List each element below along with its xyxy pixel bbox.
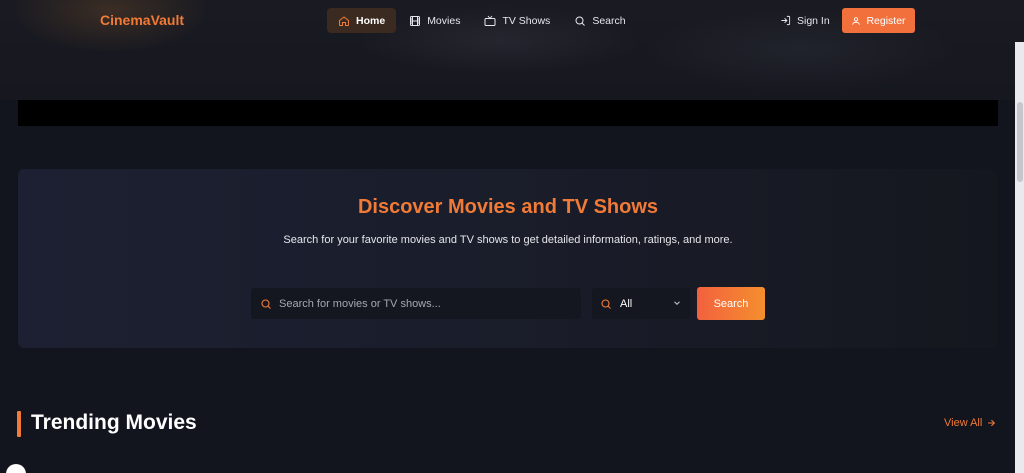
search-input[interactable] xyxy=(279,297,569,310)
trending-accent-bar xyxy=(17,411,21,437)
hero-bottom-bar xyxy=(18,100,998,126)
search-button[interactable]: Search xyxy=(697,287,765,320)
nav-search-label: Search xyxy=(592,14,626,27)
user-icon xyxy=(852,16,861,25)
nav-home[interactable]: Home xyxy=(327,8,397,33)
signin-link[interactable]: Sign In xyxy=(780,8,830,33)
register-label: Register xyxy=(866,14,906,27)
brand-logo[interactable]: CinemaVault xyxy=(100,12,184,28)
home-icon xyxy=(339,15,349,26)
nav-links: Home Movies TV Shows Search xyxy=(327,8,639,33)
scrollbar[interactable] xyxy=(1015,42,1024,473)
search-icon xyxy=(601,298,611,309)
chevron-down-icon xyxy=(674,301,680,305)
discover-subtitle: Search for your favorite movies and TV s… xyxy=(283,234,733,246)
search-field[interactable] xyxy=(251,288,581,319)
signin-icon xyxy=(781,15,791,26)
media-type-select[interactable]: All xyxy=(592,288,690,319)
register-button[interactable]: Register xyxy=(842,8,915,33)
view-all-label: View All xyxy=(944,417,983,429)
view-all-link[interactable]: View All xyxy=(944,417,996,429)
search-icon xyxy=(575,16,586,26)
tv-icon xyxy=(484,15,496,26)
trending-title: Trending Movies xyxy=(31,411,197,434)
nav-tvshows[interactable]: TV Shows xyxy=(473,8,561,33)
nav-tvshows-label: TV Shows xyxy=(502,14,551,27)
nav-home-label: Home xyxy=(356,14,386,27)
film-icon xyxy=(410,15,421,26)
media-type-value: All xyxy=(620,297,633,310)
nav-movies[interactable]: Movies xyxy=(398,8,471,33)
scrollbar-thumb[interactable] xyxy=(1017,102,1023,182)
nav-movies-label: Movies xyxy=(427,14,461,27)
nav-search[interactable]: Search xyxy=(563,8,636,33)
top-navbar: CinemaVault Home Movies TV Shows Search … xyxy=(0,0,1024,42)
arrow-right-icon xyxy=(988,419,996,427)
discover-title: Discover Movies and TV Shows xyxy=(357,196,659,218)
signin-label: Sign In xyxy=(797,14,830,27)
floating-badge[interactable] xyxy=(6,464,26,473)
search-icon xyxy=(261,298,271,309)
